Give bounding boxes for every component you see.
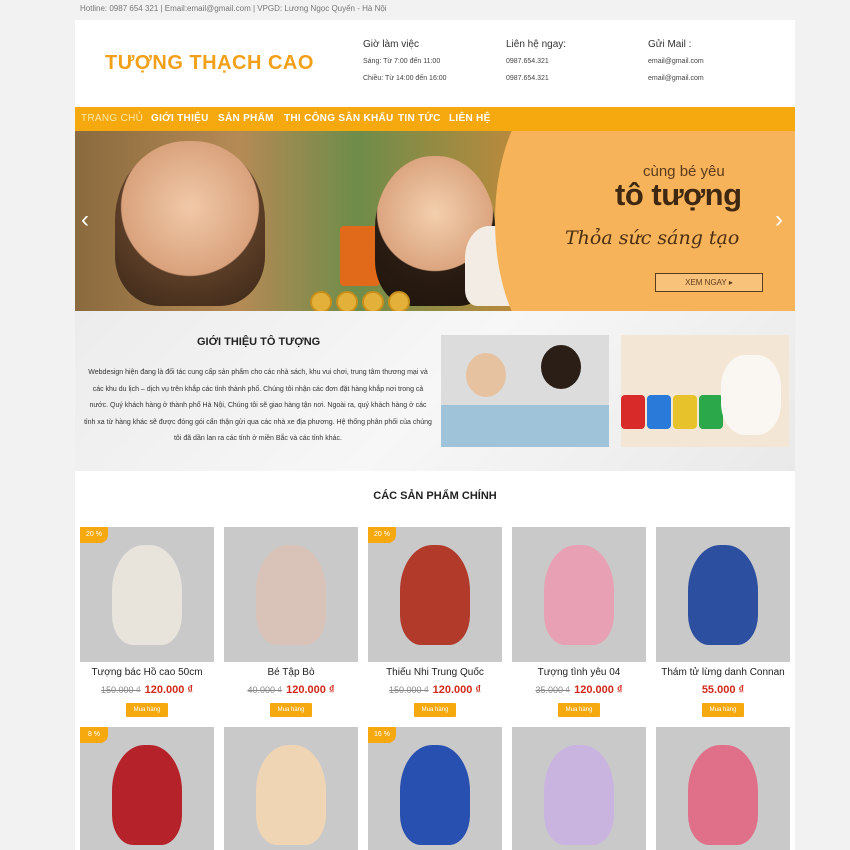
- product-image[interactable]: [80, 727, 214, 850]
- sale-badge: 20 %: [80, 527, 108, 543]
- product-prices: 150.000 ₫ 120.000 ₫: [368, 684, 502, 696]
- working-hours-afternoon: Chiều: Từ 14:00 đến 16:00: [363, 75, 447, 82]
- intro-text: Webdesign hiện đang là đối tác cung cấp …: [84, 369, 432, 442]
- buy-button[interactable]: Mua hàng: [702, 703, 744, 717]
- product-image[interactable]: [368, 727, 502, 850]
- site-logo[interactable]: TƯỢNG THẠCH CAO: [105, 52, 314, 75]
- products-section: CÁC SẢN PHẨM CHÍNH 20 % Tượng bác Hồ cao …: [75, 471, 795, 850]
- old-price: 35.000 ₫: [535, 685, 571, 695]
- current-price: 120.000 ₫: [286, 684, 335, 696]
- buy-button[interactable]: Mua hàng: [558, 703, 600, 717]
- contact-info: Liên hệ ngay: 0987.654.321 0987.654.321: [506, 39, 646, 92]
- working-hours-morning: Sáng: Từ 7:00 đến 11:00: [363, 58, 441, 65]
- nav-item-stage[interactable]: THI CÔNG SÂN KHẤU: [284, 113, 394, 124]
- old-price: 150.000 ₫: [100, 685, 141, 695]
- product-image[interactable]: [656, 527, 790, 662]
- intro-section: GIỚI THIỆU TÔ TƯỢNG Webdesign hiện đang …: [75, 311, 795, 471]
- banner-line-2: tô tượng: [615, 177, 742, 212]
- nav-item-home[interactable]: TRANG CHỦ: [81, 113, 143, 124]
- contact-title: Liên hệ ngay:: [506, 39, 567, 50]
- sale-badge: 16 %: [368, 727, 396, 743]
- contact-phone-2[interactable]: 0987.654.321: [506, 75, 646, 92]
- mail-info: Gửi Mail : email@gmail.com email@gmail.c…: [648, 39, 788, 92]
- sale-badge: 20 %: [368, 527, 396, 543]
- intro-title: GIỚI THIỆU TÔ TƯỢNG: [197, 336, 321, 348]
- buy-button[interactable]: Mua hàng: [270, 703, 312, 717]
- intro-image-figures[interactable]: [621, 335, 789, 447]
- current-price: 55.000 ₫: [701, 684, 745, 696]
- current-price: 120.000 ₫: [144, 684, 194, 696]
- product-image[interactable]: [512, 727, 646, 850]
- product-prices: 35.000 ₫ 120.000 ₫: [512, 684, 646, 696]
- nav-item-products[interactable]: SẢN PHẨM: [218, 113, 274, 124]
- topbar-contact-text: Hotline: 0987 654 321 | Email:email@gmai…: [80, 4, 387, 13]
- mail-address-1[interactable]: email@gmail.com: [648, 58, 788, 75]
- old-price: 150.000 ₫: [388, 685, 429, 695]
- nav-item-contact[interactable]: LIÊN HỆ: [449, 113, 491, 124]
- nav-item-about[interactable]: GIỚI THIỆU: [151, 113, 209, 124]
- buy-button[interactable]: Mua hàng: [126, 703, 168, 717]
- product-image[interactable]: [80, 527, 214, 662]
- site-header: TƯỢNG THẠCH CAO Giờ làm việc Sáng: Từ 7:…: [75, 20, 795, 107]
- nav-item-news[interactable]: TIN TỨC: [398, 113, 441, 124]
- product-image[interactable]: [224, 527, 358, 662]
- product-name[interactable]: Bé Tập Bò: [224, 667, 358, 678]
- current-price: 120.000 ₫: [574, 684, 623, 696]
- product-image[interactable]: [512, 527, 646, 662]
- working-hours: Giờ làm việc Sáng: Từ 7:00 đến 11:00 Chi…: [363, 39, 503, 92]
- product-name[interactable]: Tượng tình yêu 04: [512, 667, 646, 678]
- buy-button[interactable]: Mua hàng: [414, 703, 456, 717]
- child-photo-left: [115, 141, 265, 306]
- award-badges: [310, 291, 414, 311]
- brush-cup: [340, 226, 380, 286]
- product-name[interactable]: Thám tử lừng danh Connan: [656, 667, 790, 678]
- product-prices: 40.000 ₫ 120.000 ₫: [224, 684, 358, 696]
- intro-image-kids[interactable]: [441, 335, 609, 447]
- mail-address-2[interactable]: email@gmail.com: [648, 75, 788, 92]
- sale-badge: 8 %: [80, 727, 108, 743]
- banner-next-icon[interactable]: ›: [775, 206, 783, 234]
- product-prices: 55.000 ₫: [656, 684, 790, 696]
- product-image[interactable]: [656, 727, 790, 850]
- banner-photo: [75, 131, 545, 311]
- product-name[interactable]: Tượng bác Hồ cao 50cm: [80, 667, 214, 678]
- working-hours-title: Giờ làm việc: [363, 39, 420, 50]
- product-image[interactable]: [224, 727, 358, 850]
- mail-title: Gửi Mail :: [648, 39, 692, 50]
- banner-line-3: Thỏa sức sáng tạo: [565, 227, 740, 249]
- main-nav: TRANG CHỦ GIỚI THIỆU SẢN PHẨM THI CÔNG S…: [75, 107, 795, 131]
- contact-phone-1[interactable]: 0987.654.321: [506, 58, 646, 75]
- banner-view-button[interactable]: XEM NGAY ▸: [655, 273, 763, 292]
- product-prices: 150.000 ₫ 120.000 ₫: [80, 684, 214, 696]
- products-title: CÁC SẢN PHẨM CHÍNH: [373, 490, 497, 502]
- current-price: 120.000 ₫: [432, 684, 482, 696]
- banner-prev-icon[interactable]: ‹: [81, 206, 89, 234]
- product-image[interactable]: [368, 527, 502, 662]
- hero-banner[interactable]: cùng bé yêu tô tượng Thỏa sức sáng tạo X…: [75, 131, 795, 311]
- product-name[interactable]: Thiếu Nhi Trung Quốc: [368, 667, 502, 678]
- old-price: 40.000 ₫: [247, 685, 283, 695]
- topbar: Hotline: 0987 654 321 | Email:email@gmai…: [0, 0, 850, 20]
